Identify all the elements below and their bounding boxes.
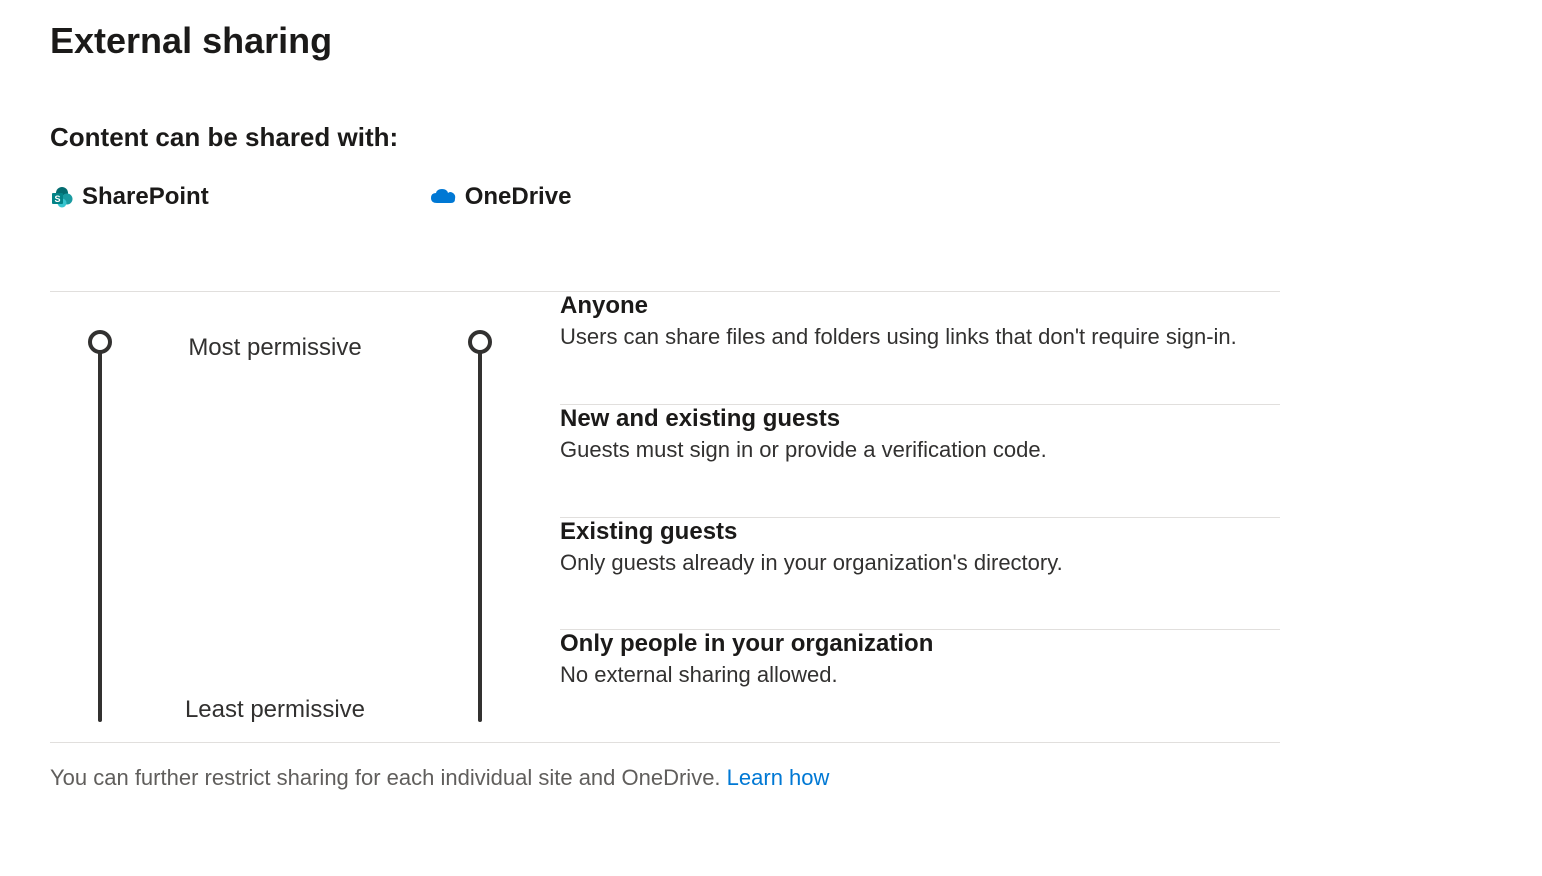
option-row-anyone: Most permissive Least permissive Anyone … xyxy=(50,292,1280,405)
option-title: Existing guests xyxy=(560,518,1280,546)
subtitle: Content can be shared with: xyxy=(50,122,1492,153)
service-onedrive: OneDrive xyxy=(429,183,572,211)
page-title: External sharing xyxy=(50,20,1492,62)
sharepoint-slider-handle[interactable] xyxy=(88,330,112,354)
onedrive-slider-handle[interactable] xyxy=(468,330,492,354)
option-desc: Guests must sign in or provide a verific… xyxy=(560,437,1280,463)
services-row: S SharePoint OneDrive xyxy=(50,183,1492,211)
option-desc: No external sharing allowed. xyxy=(560,662,1280,688)
option-desc: Users can share files and folders using … xyxy=(560,324,1280,350)
footer-text: You can further restrict sharing for eac… xyxy=(50,765,1492,791)
sharepoint-label: SharePoint xyxy=(82,183,209,211)
option-title: Anyone xyxy=(560,292,1280,320)
onedrive-icon xyxy=(429,187,457,207)
option-title: New and existing guests xyxy=(560,405,1280,433)
option-desc: Only guests already in your organization… xyxy=(560,550,1280,576)
footer-description: You can further restrict sharing for eac… xyxy=(50,765,727,790)
learn-how-link[interactable]: Learn how xyxy=(727,765,830,790)
onedrive-label: OneDrive xyxy=(465,183,572,211)
service-sharepoint: S SharePoint xyxy=(50,183,209,211)
sharing-settings-table: Most permissive Least permissive Anyone … xyxy=(50,291,1280,743)
most-permissive-label: Most permissive xyxy=(150,334,400,362)
option-title: Only people in your organization xyxy=(560,630,1280,658)
least-permissive-label: Least permissive xyxy=(150,696,400,724)
sharepoint-icon: S xyxy=(50,185,74,209)
svg-text:S: S xyxy=(54,194,60,204)
